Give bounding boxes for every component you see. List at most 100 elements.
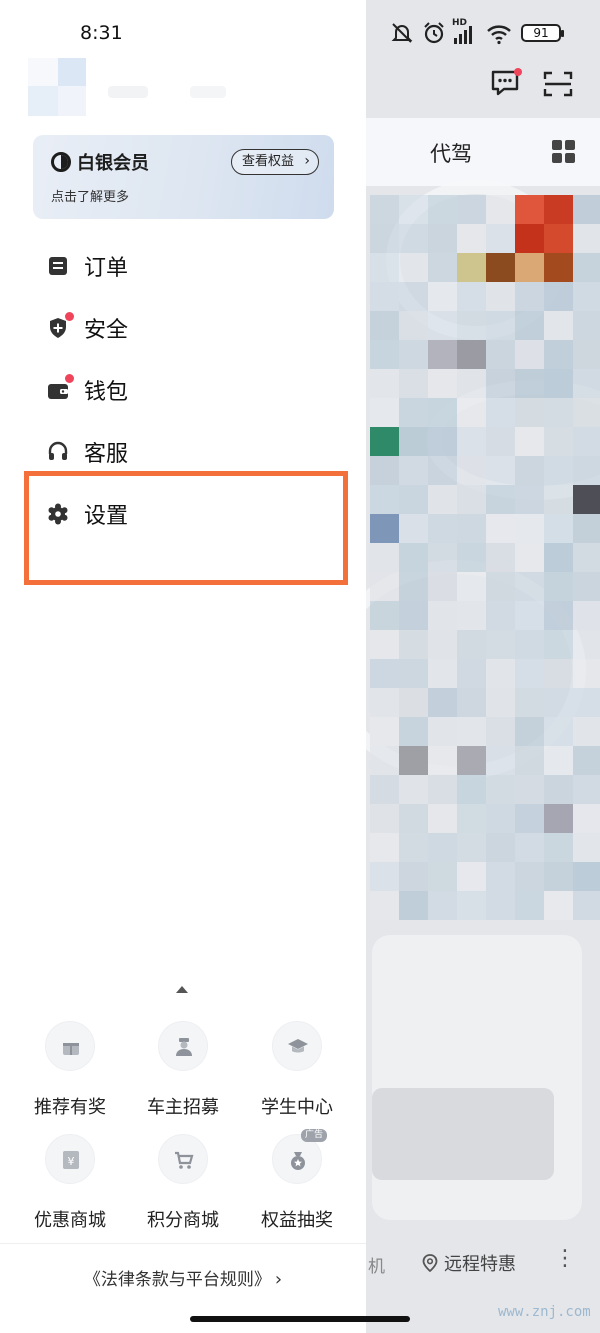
grid-menu-icon[interactable] (552, 140, 576, 164)
map-mosaic-tile (544, 543, 573, 572)
map-mosaic-tile (573, 456, 600, 485)
notification-dot (65, 312, 74, 321)
message-icon[interactable] (490, 68, 522, 98)
menu-label-orders: 订单 (84, 256, 129, 281)
home-indicator[interactable] (190, 1316, 410, 1322)
map-mosaic-tile (486, 746, 515, 775)
map-mosaic-tile (486, 311, 515, 340)
map-mosaic-tile (573, 804, 600, 833)
map-mosaic-tile (457, 224, 486, 253)
cart-icon (175, 1151, 194, 1169)
map-mosaic-tile (515, 862, 544, 891)
map-mosaic-tile (515, 543, 544, 572)
map-mosaic-tile (486, 427, 515, 456)
shortcut-referral[interactable]: 推荐有奖 (15, 1021, 125, 1119)
tab-designated-driver[interactable]: 代驾 (430, 138, 472, 168)
ad-tag: 广告 (300, 1129, 327, 1142)
map-mosaic-tile (544, 427, 573, 456)
map-mosaic-tile (457, 630, 486, 659)
map-mosaic-tile (370, 659, 399, 688)
legal-terms-link[interactable]: 《法律条款与平台规则》 › (0, 1265, 366, 1290)
map-mosaic-tile (399, 514, 428, 543)
shortcut-lottery[interactable]: 广告 权益抽奖 (242, 1129, 352, 1232)
map-mosaic-tile (486, 775, 515, 804)
headset-icon (48, 441, 68, 460)
map-mosaic-tile (457, 688, 486, 717)
map-mosaic-tile (370, 427, 399, 456)
map-mosaic-tile (370, 369, 399, 398)
battery-indicator: 91 (521, 24, 564, 42)
map-mosaic-tile (428, 804, 457, 833)
map-mosaic-tile (573, 833, 600, 862)
map-mosaic-tile (428, 485, 457, 514)
map-mosaic-tile (544, 340, 573, 369)
remote-discount-button[interactable]: 远程特惠 (422, 1250, 516, 1276)
map-mosaic-tile (573, 398, 600, 427)
map-mosaic-tile (544, 456, 573, 485)
map-mosaic-tile (573, 311, 600, 340)
map-mosaic-tile (515, 775, 544, 804)
map-mosaic-tile (486, 514, 515, 543)
map-card-placeholder (372, 1088, 554, 1180)
shortcut-discount-mall[interactable]: ¥ 优惠商城 (15, 1134, 125, 1232)
map-mosaic-tile (515, 833, 544, 862)
map-mosaic-tile (486, 833, 515, 862)
map-mosaic-tile (544, 398, 573, 427)
menu-item-security[interactable]: 安全 (44, 308, 324, 348)
more-options-icon[interactable]: ⋮ (554, 1246, 576, 1271)
member-card[interactable]: 白银会员 点击了解更多 查看权益 › (33, 135, 334, 219)
menu-item-orders[interactable]: 订单 (44, 246, 324, 286)
map-mosaic-tile (544, 804, 573, 833)
map-mosaic-tile (573, 369, 600, 398)
view-rights-button[interactable]: 查看权益 › (231, 149, 319, 175)
map-mosaic-tile (573, 253, 600, 282)
map-mosaic-tile (428, 340, 457, 369)
map-mosaic-tile (399, 253, 428, 282)
map-mosaic-tile (515, 427, 544, 456)
map-mosaic-tile (399, 804, 428, 833)
map-mosaic-tile (515, 659, 544, 688)
map-mosaic-tile (370, 195, 399, 224)
shortcut-driver-recruit[interactable]: 车主招募 (128, 1021, 238, 1119)
map-mosaic-tile (486, 543, 515, 572)
map-mosaic-tile (515, 456, 544, 485)
collapse-up-icon[interactable] (176, 986, 188, 993)
menu-item-wallet[interactable]: 钱包 (44, 370, 324, 410)
map-mosaic-tile (544, 630, 573, 659)
map-mosaic-tile (399, 601, 428, 630)
map-mosaic-tile (515, 340, 544, 369)
map-mosaic-tile (457, 804, 486, 833)
map-mosaic-tile (428, 833, 457, 862)
order-list-icon (49, 257, 67, 275)
map-mosaic-tile (457, 369, 486, 398)
map-mosaic-tile (428, 253, 457, 282)
avatar[interactable] (28, 58, 86, 116)
map-mosaic-tile (428, 282, 457, 311)
shortcut-label: 推荐有奖 (34, 1097, 106, 1118)
map-mosaic-tile (573, 543, 600, 572)
map-mosaic-tile (370, 282, 399, 311)
shortcut-points-mall[interactable]: 积分商城 (128, 1134, 238, 1232)
map-mosaic-tile (370, 398, 399, 427)
chevron-right-icon: › (304, 153, 310, 169)
map-mosaic-tile (486, 572, 515, 601)
map-mosaic-tile (515, 224, 544, 253)
menu-item-customer-service[interactable]: 客服 (44, 432, 324, 472)
map-mosaic-tile (370, 688, 399, 717)
map-mosaic-tile (486, 340, 515, 369)
scan-icon[interactable] (543, 70, 573, 98)
shortcut-student-center[interactable]: 学生中心 (242, 1021, 352, 1119)
gift-icon (63, 1043, 79, 1055)
chevron-right-icon: › (274, 1269, 283, 1290)
map-mosaic-tile (428, 717, 457, 746)
alarm-icon (424, 22, 444, 44)
map-mosaic-tile (486, 804, 515, 833)
map-mosaic-tile (457, 398, 486, 427)
map-blurred-area (370, 195, 600, 935)
map-mosaic-tile (428, 369, 457, 398)
legal-terms-label: 《法律条款与平台规则》 (83, 1270, 271, 1290)
member-level-title: 白银会员 (77, 153, 149, 174)
view-rights-label: 查看权益 (242, 154, 295, 169)
shortcut-label: 车主招募 (147, 1097, 219, 1118)
map-mosaic-tile (399, 862, 428, 891)
